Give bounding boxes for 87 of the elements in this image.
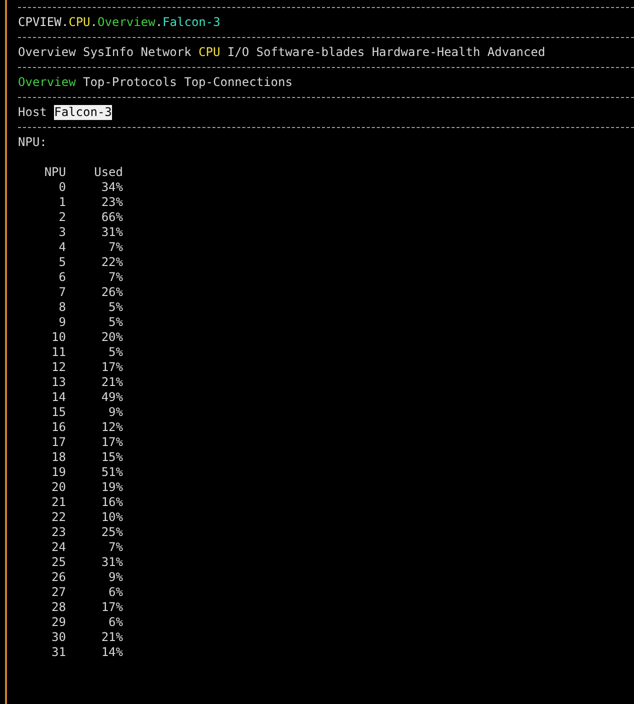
breadcrumb-label: CPU <box>68 15 90 30</box>
table-cell: 51% <box>101 465 123 480</box>
table-cell: 15% <box>101 450 123 465</box>
breadcrumb-label: Overview <box>98 15 156 30</box>
table-cell: 16% <box>101 495 123 510</box>
table-cell: 21 <box>52 495 66 510</box>
table-cell: 13 <box>52 375 66 390</box>
table-cell: 26% <box>101 285 123 300</box>
table-cell: 9% <box>108 405 123 420</box>
path-separator: . <box>61 15 69 30</box>
table-cell: 5% <box>108 345 123 360</box>
menu-tab[interactable]: CPU <box>198 45 220 60</box>
menu-tab[interactable]: I/O <box>227 45 250 60</box>
table-cell: 15 <box>52 405 66 420</box>
table-cell: 5% <box>108 315 123 330</box>
table-cell: 6% <box>108 615 123 630</box>
menu-tab[interactable]: Advanced <box>487 45 546 60</box>
table-cell: 22 <box>52 510 66 525</box>
menu-tab[interactable]: Network <box>140 45 192 60</box>
table-cell: 28 <box>52 600 66 615</box>
table-cell: 30 <box>52 630 66 645</box>
table-cell: 20 <box>52 480 66 495</box>
table-cell: 7% <box>108 240 123 255</box>
table-cell: 49% <box>101 390 123 405</box>
table-cell: 21% <box>101 375 123 390</box>
table-cell: 9 <box>58 315 66 330</box>
table-cell: 16 <box>52 420 66 435</box>
table-cell: 7 <box>58 285 66 300</box>
menu-tab[interactable]: SysInfo <box>82 45 134 60</box>
table-cell: 0 <box>58 180 66 195</box>
table-cell: 2 <box>58 210 66 225</box>
table-cell: 27 <box>52 585 66 600</box>
breadcrumb-label: CPVIEW <box>18 15 62 30</box>
submenu-tab[interactable]: Top-Protocols <box>82 75 177 90</box>
table-cell: 25% <box>101 525 123 540</box>
table-cell: 14 <box>52 390 66 405</box>
table-cell: 31 <box>52 645 66 660</box>
table-cell: 7% <box>108 540 123 555</box>
table-cell: 22% <box>101 255 123 270</box>
table-cell: 17% <box>101 360 123 375</box>
table-cell: 14% <box>101 645 123 660</box>
submenu-tab[interactable]: Overview <box>18 75 76 90</box>
table-cell: 10% <box>101 510 123 525</box>
table-cell: 6% <box>108 585 123 600</box>
table-cell: 10 <box>52 330 66 345</box>
table-cell: 7% <box>108 270 123 285</box>
table-cell: 5 <box>58 255 66 270</box>
table-cell: 31% <box>101 225 123 240</box>
table-cell: 23 <box>52 525 66 540</box>
table-cell: 5% <box>108 300 123 315</box>
table-cell: 8 <box>58 300 66 315</box>
menu-tab[interactable]: Hardware-Health <box>372 45 480 60</box>
table-cell: 26 <box>52 570 66 585</box>
menu-tab[interactable]: Overview <box>18 45 76 60</box>
table-cell: 66% <box>101 210 123 225</box>
table-cell: 4 <box>58 240 66 255</box>
column-header: NPU <box>44 165 66 180</box>
table-cell: 25 <box>52 555 66 570</box>
menu-tab[interactable]: Software-blades <box>256 45 365 60</box>
path-separator: . <box>155 15 163 30</box>
table-cell: 9% <box>108 570 123 585</box>
host-label: Host <box>18 105 47 120</box>
table-cell: 17% <box>101 435 123 450</box>
host-value: Falcon-3 <box>54 105 112 120</box>
table-cell: 31% <box>101 555 123 570</box>
table-cell: 34% <box>101 180 123 195</box>
table-cell: 17% <box>101 600 123 615</box>
column-header: Used <box>94 165 123 180</box>
section-title: NPU: <box>18 135 47 149</box>
table-cell: 19% <box>101 480 123 495</box>
table-cell: 12% <box>101 420 123 435</box>
table-cell: 1 <box>58 195 66 210</box>
breadcrumb-label: Falcon-3 <box>162 15 220 30</box>
table-cell: 29 <box>52 615 66 630</box>
table-cell: 6 <box>58 270 66 285</box>
table-cell: 20% <box>101 330 123 345</box>
path-separator: . <box>90 15 98 30</box>
table-cell: 23% <box>101 195 123 210</box>
table-cell: 19 <box>52 465 66 480</box>
table-cell: 18 <box>52 450 66 465</box>
table-cell: 3 <box>58 225 66 240</box>
table-cell: 12 <box>52 360 66 375</box>
table-cell: 24 <box>52 540 66 555</box>
submenu-tab[interactable]: Top-Connections <box>184 75 292 90</box>
table-cell: 11 <box>52 345 66 360</box>
table-cell: 17 <box>52 435 66 450</box>
table-cell: 21% <box>101 630 123 645</box>
